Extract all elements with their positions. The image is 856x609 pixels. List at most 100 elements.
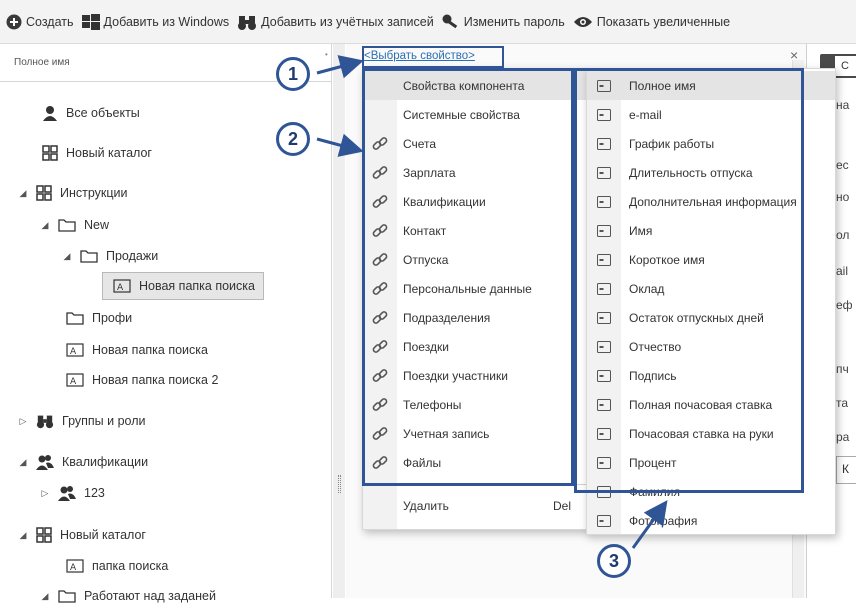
menu-item-percent[interactable]: Процент xyxy=(587,448,835,477)
right-tab[interactable]: С xyxy=(835,56,856,76)
menu-item-label: Полное имя xyxy=(629,78,696,93)
expand-arrow-icon[interactable]: ◢ xyxy=(18,457,28,468)
menu-item-trips[interactable]: Поездки xyxy=(363,332,589,361)
create-button[interactable]: Создать xyxy=(6,14,74,30)
splitter-grip-icon[interactable] xyxy=(338,475,341,493)
windows-icon xyxy=(81,13,100,30)
menu-item-label: Счета xyxy=(403,136,437,151)
menu-item-vacations[interactable]: Отпуска xyxy=(363,245,589,274)
folder-icon xyxy=(58,590,76,603)
menu-item-label: Поездки xyxy=(403,339,449,354)
select-property-link[interactable]: <Выбрать свойство> xyxy=(364,50,475,62)
menu-item-qualifications[interactable]: Квалификации xyxy=(363,187,589,216)
change-password-button[interactable]: Изменить пароль xyxy=(442,14,565,30)
tree-item-new-search-folder-selected[interactable]: A Новая папка поиска xyxy=(102,272,264,300)
tree-item-search-folder[interactable]: A папка поиска xyxy=(66,553,168,579)
menu-item-label: Отчество xyxy=(629,339,682,354)
menu-item-work-schedule[interactable]: График работы xyxy=(587,129,835,158)
right-field[interactable]: К xyxy=(836,456,856,484)
add-from-accounts-button[interactable]: Добавить из учётных записей xyxy=(237,14,434,30)
tree-item-new-catalog-2[interactable]: ◢ Новый каталог xyxy=(18,522,146,548)
menu-item-photo[interactable]: Фотография xyxy=(587,506,835,534)
tree-item-qualifications[interactable]: ◢ Квалификации xyxy=(18,449,148,475)
menu-item-files[interactable]: Файлы xyxy=(363,448,589,477)
menu-item-phones[interactable]: Телефоны xyxy=(363,390,589,419)
menu-item-departments[interactable]: Подразделения xyxy=(363,303,589,332)
menu-item-component-properties[interactable]: Свойства компонента xyxy=(363,71,589,100)
tree-item-instructions[interactable]: ◢ Инструкции xyxy=(18,180,128,206)
expand-arrow-icon[interactable]: ◢ xyxy=(18,530,28,541)
collapsed-arrow-icon[interactable]: ▷ xyxy=(40,488,50,499)
menu-item-patronymic[interactable]: Отчество xyxy=(587,332,835,361)
header-handle[interactable]: • xyxy=(325,50,328,59)
menu-item-personal-data[interactable]: Персональные данные xyxy=(363,274,589,303)
menu-item-trip-participants[interactable]: Поездки участники xyxy=(363,361,589,390)
tree-item-groups-roles[interactable]: ▷ Группы и роли xyxy=(18,408,145,434)
close-icon[interactable]: × xyxy=(790,47,798,63)
menu-item-label: Системные свойства xyxy=(403,107,520,122)
menu-item-net-hourly-rate[interactable]: Почасовая ставка на руки xyxy=(587,419,835,448)
show-extended-label: Показать увеличенные xyxy=(596,14,731,29)
tree-item-in-progress[interactable]: ◢ Работают над заданей xyxy=(40,583,216,609)
menu-item-salary[interactable]: Зарплата xyxy=(363,158,589,187)
users-icon xyxy=(36,455,54,470)
tree-label: Новый каталог xyxy=(60,528,146,542)
expand-arrow-icon[interactable]: ◢ xyxy=(62,251,72,262)
menu-item-label: Поездки участники xyxy=(403,368,508,383)
menu-item-salary-amount[interactable]: Оклад xyxy=(587,274,835,303)
expand-arrow-icon[interactable]: ◢ xyxy=(40,591,50,602)
menu-item-first-name[interactable]: Имя xyxy=(587,216,835,245)
link-icon xyxy=(372,455,388,469)
tree-item-new-search-folder-2[interactable]: A Новая папка поиска 2 xyxy=(66,367,218,393)
tree-item-new-search-folder[interactable]: A Новая папка поиска xyxy=(66,337,208,363)
tree-item-new-catalog[interactable]: Новый каталог xyxy=(42,140,152,166)
menu-item-full-name[interactable]: Полное имя xyxy=(587,71,835,100)
search-folder-icon: A xyxy=(66,559,84,573)
tree-item-123[interactable]: ▷ 123 xyxy=(40,480,105,506)
folder-icon xyxy=(80,250,98,263)
add-from-windows-button[interactable]: Добавить из Windows xyxy=(81,13,229,30)
menu-item-accounts[interactable]: Счета xyxy=(363,129,589,158)
catalog-icon xyxy=(42,145,58,161)
show-extended-button[interactable]: Показать увеличенные xyxy=(573,15,730,29)
tree-item-new[interactable]: ◢ New xyxy=(40,212,109,238)
menu-item-contact[interactable]: Контакт xyxy=(363,216,589,245)
tree-label: Инструкции xyxy=(60,186,128,200)
menu-item-label: Файлы xyxy=(403,455,442,470)
expand-arrow-icon[interactable]: ◢ xyxy=(40,220,50,231)
callout-3: 3 xyxy=(597,544,631,578)
link-icon xyxy=(372,194,388,208)
menu-item-account[interactable]: Учетная запись xyxy=(363,419,589,448)
expand-arrow-icon[interactable]: ◢ xyxy=(18,188,28,199)
link-icon xyxy=(372,397,388,411)
menu-item-email[interactable]: e-mail xyxy=(587,100,835,129)
link-icon xyxy=(372,136,388,150)
menu-item-short-name[interactable]: Короткое имя xyxy=(587,245,835,274)
field-icon xyxy=(597,166,611,179)
menu-item-label: Имя xyxy=(629,223,653,238)
collapsed-arrow-icon[interactable]: ▷ xyxy=(18,416,28,427)
menu-item-vacation-length[interactable]: Длительность отпуска xyxy=(587,158,835,187)
menu-item-system-properties[interactable]: Системные свойства xyxy=(363,100,589,129)
menu-item-additional-info[interactable]: Дополнительная информация xyxy=(587,187,835,216)
menu-item-label: Дополнительная информация xyxy=(629,194,797,209)
menu-item-label: Зарплата xyxy=(403,165,456,180)
plus-circle-icon xyxy=(6,14,22,29)
add-from-accounts-label: Добавить из учётных записей xyxy=(261,14,434,29)
tree-item-profi[interactable]: Профи xyxy=(66,305,132,331)
folder-icon xyxy=(58,219,76,232)
field-icon xyxy=(597,427,611,440)
link-icon xyxy=(372,310,388,324)
field-icon xyxy=(597,282,611,295)
svg-text:A: A xyxy=(70,563,77,573)
menu-item-last-name[interactable]: Фамилия xyxy=(587,477,835,506)
tree-item-sales[interactable]: ◢ Продажи xyxy=(62,243,159,269)
callout-1: 1 xyxy=(276,57,310,91)
tree-label: папка поиска xyxy=(92,559,169,573)
menu-item-full-hourly-rate[interactable]: Полная почасовая ставка xyxy=(587,390,835,419)
menu-item-remaining-vacation[interactable]: Остаток отпускных дней xyxy=(587,303,835,332)
menu-item-delete[interactable]: Удалить Del xyxy=(363,491,589,520)
tree-item-all-objects[interactable]: Все объекты xyxy=(42,100,140,126)
panel-splitter[interactable] xyxy=(333,44,345,598)
menu-item-signature[interactable]: Подпись xyxy=(587,361,835,390)
